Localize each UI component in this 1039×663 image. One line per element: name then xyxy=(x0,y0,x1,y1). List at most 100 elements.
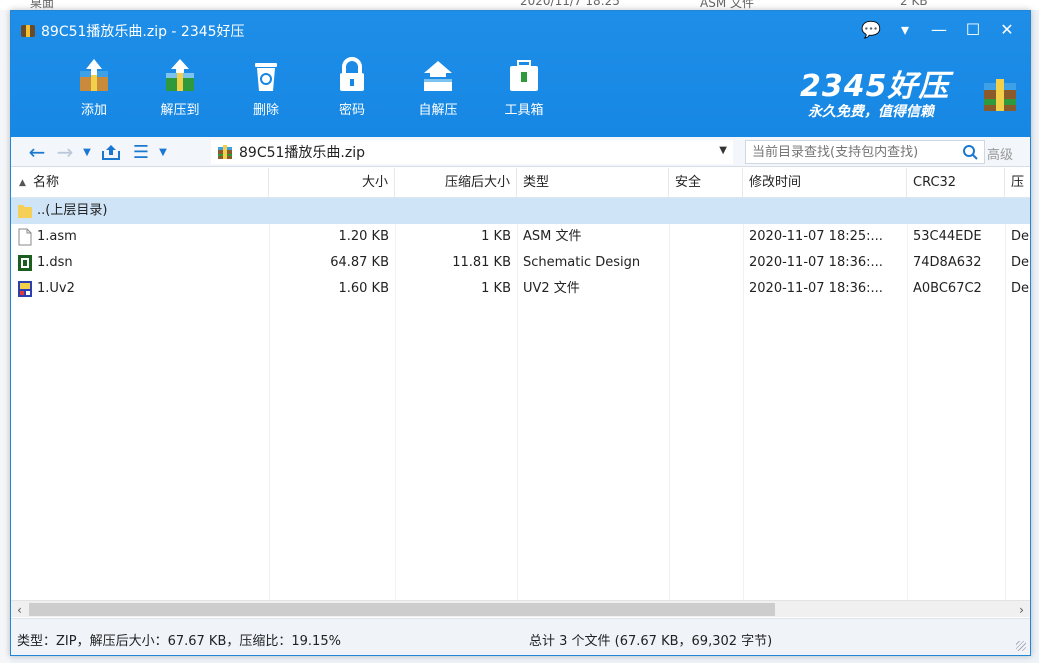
column-security[interactable]: 安全 xyxy=(669,168,743,198)
column-crc32[interactable]: CRC32 xyxy=(907,168,1005,198)
table-row[interactable]: 1.dsn 64.87 KB 11.81 KB Schematic Design… xyxy=(11,250,1030,276)
background-window: 桌面 2020/11/7 18:25 ASM 文件 2 KB xyxy=(0,0,1039,10)
view-dropdown-icon[interactable]: ▼ xyxy=(155,141,171,163)
address-dropdown-icon[interactable]: ▼ xyxy=(719,145,727,156)
file-name: 1.Uv2 xyxy=(37,281,75,296)
file-size: 1.60 KB xyxy=(338,281,389,296)
file-type: UV2 文件 xyxy=(523,281,580,296)
toolbox-label: 工具箱 xyxy=(504,103,544,118)
brand-name: 2345好压 xyxy=(800,69,950,104)
archive-app-icon xyxy=(21,25,35,37)
up-folder-icon[interactable] xyxy=(99,141,123,163)
file-packed-size: 1 KB xyxy=(481,281,511,296)
file-type: ASM 文件 xyxy=(523,229,582,244)
file-security xyxy=(669,224,743,250)
password-label: 密码 xyxy=(338,103,365,118)
search-field[interactable] xyxy=(745,140,985,164)
resize-grip[interactable] xyxy=(1016,641,1026,651)
advanced-search-link[interactable]: 高级 xyxy=(987,144,1013,163)
toolbox-button[interactable]: 工具箱 xyxy=(481,51,567,131)
file-packed-size: 11.81 KB xyxy=(452,255,511,270)
file-method: De xyxy=(1011,255,1030,270)
parent-folder-row[interactable]: ..(上层目录) xyxy=(11,198,1030,224)
extract-to-label: 解压到 xyxy=(160,103,200,118)
back-arrow-icon[interactable]: ← xyxy=(25,140,49,164)
address-field[interactable]: 89C51播放乐曲.zip ▼ xyxy=(211,140,733,164)
self-extract-icon xyxy=(418,57,458,93)
column-size[interactable]: 大小 xyxy=(269,168,395,198)
close-button[interactable]: ✕ xyxy=(990,15,1024,43)
brand-logo: 2345好压 永久免费，值得信赖 xyxy=(800,61,1016,121)
archive-box-icon xyxy=(980,75,1020,115)
scroll-left-icon[interactable]: ‹ xyxy=(11,601,28,618)
status-file-total: 总计 3 个文件 (67.67 KB，69,302 字节) xyxy=(529,634,773,649)
self-extract-label: 自解压 xyxy=(418,103,458,118)
file-crc: 74D8A632 xyxy=(913,255,982,270)
archive-window: 89C51播放乐曲.zip - 2345好压 💬 ▾ — ☐ ✕ 添加 解压到 xyxy=(10,10,1031,656)
search-input[interactable] xyxy=(752,144,948,160)
title-bar[interactable]: 89C51播放乐曲.zip - 2345好压 💬 ▾ — ☐ ✕ xyxy=(11,11,1030,49)
address-path: 89C51播放乐曲.zip xyxy=(239,145,365,161)
delete-button[interactable]: 删除 xyxy=(223,51,309,131)
file-modified: 2020-11-07 18:25:... xyxy=(749,229,883,244)
password-button[interactable]: 密码 xyxy=(309,51,395,131)
file-security xyxy=(669,276,743,302)
column-packed-size[interactable]: 压缩后大小 xyxy=(395,168,517,198)
file-packed-size: 1 KB xyxy=(481,229,511,244)
recycle-bin-icon xyxy=(246,57,286,93)
history-dropdown-icon[interactable]: ▼ xyxy=(79,141,95,163)
file-list: ▲ 名称 大小 压缩后大小 类型 安全 修改时间 CRC32 压 ..(上层目录… xyxy=(11,168,1030,600)
extract-to-icon xyxy=(160,57,200,93)
column-name[interactable]: ▲ 名称 xyxy=(11,168,269,198)
menu-dropdown-button[interactable]: ▾ xyxy=(888,15,922,43)
column-modified[interactable]: 修改时间 xyxy=(743,168,907,198)
file-size: 1.20 KB xyxy=(338,229,389,244)
file-crc: 53C44EDE xyxy=(913,229,982,244)
forward-arrow-icon[interactable]: → xyxy=(53,140,77,164)
background-type: ASM 文件 xyxy=(700,0,754,10)
zip-archive-icon xyxy=(217,144,233,160)
brand-slogan: 永久免费，值得信赖 xyxy=(808,104,934,120)
file-method: De xyxy=(1011,229,1030,244)
file-method: De xyxy=(1011,281,1030,296)
search-icon[interactable] xyxy=(962,143,978,165)
table-row[interactable]: 1.Uv2 1.60 KB 1 KB UV2 文件 2020-11-07 18:… xyxy=(11,276,1030,302)
background-date: 2020/11/7 18:25 xyxy=(520,0,620,8)
toolbox-icon xyxy=(504,57,544,93)
address-bar-row: ← → ▼ ☰ ▼ 89C51播放乐曲.zip ▼ 高级 xyxy=(11,137,1030,167)
horizontal-scrollbar[interactable]: ‹ › xyxy=(11,600,1030,617)
add-label: 添加 xyxy=(80,103,107,118)
sort-ascending-icon: ▲ xyxy=(19,178,26,188)
background-desktop-label: 桌面 xyxy=(30,0,55,10)
add-archive-icon xyxy=(74,57,114,93)
scrollbar-thumb[interactable] xyxy=(29,603,775,616)
file-type: Schematic Design xyxy=(523,255,641,270)
minimize-button[interactable]: — xyxy=(922,15,956,43)
file-modified: 2020-11-07 18:36:... xyxy=(749,281,883,296)
toolbar: 添加 解压到 删除 密码 自解压 工具箱 xyxy=(51,51,567,131)
list-view-icon[interactable]: ☰ xyxy=(129,141,153,163)
background-size: 2 KB xyxy=(900,0,928,8)
table-row[interactable]: 1.asm 1.20 KB 1 KB ASM 文件 2020-11-07 18:… xyxy=(11,224,1030,250)
file-size: 64.87 KB xyxy=(330,255,389,270)
background-sidebar xyxy=(0,10,10,663)
status-archive-info: 类型：ZIP，解压后大小：67.67 KB，压缩比：19.15% xyxy=(17,634,341,649)
window-controls: 💬 ▾ — ☐ ✕ xyxy=(854,15,1024,45)
column-type[interactable]: 类型 xyxy=(517,168,669,198)
status-bar: 类型：ZIP，解压后大小：67.67 KB，压缩比：19.15% 总计 3 个文… xyxy=(11,618,1030,655)
extract-to-button[interactable]: 解压到 xyxy=(137,51,223,131)
window-title: 89C51播放乐曲.zip - 2345好压 xyxy=(41,24,245,40)
file-crc: A0BC67C2 xyxy=(913,281,982,296)
window-header: 89C51播放乐曲.zip - 2345好压 💬 ▾ — ☐ ✕ 添加 解压到 xyxy=(11,11,1030,137)
file-name: 1.dsn xyxy=(37,255,73,270)
add-button[interactable]: 添加 xyxy=(51,51,137,131)
scroll-right-icon[interactable]: › xyxy=(1013,601,1030,618)
maximize-button[interactable]: ☐ xyxy=(956,15,990,43)
feedback-button[interactable]: 💬 xyxy=(854,15,888,43)
file-security xyxy=(669,250,743,276)
list-header: ▲ 名称 大小 压缩后大小 类型 安全 修改时间 CRC32 压 xyxy=(11,168,1030,198)
file-modified: 2020-11-07 18:36:... xyxy=(749,255,883,270)
self-extract-button[interactable]: 自解压 xyxy=(395,51,481,131)
column-method[interactable]: 压 xyxy=(1005,168,1030,198)
column-name-label: 名称 xyxy=(33,175,60,190)
